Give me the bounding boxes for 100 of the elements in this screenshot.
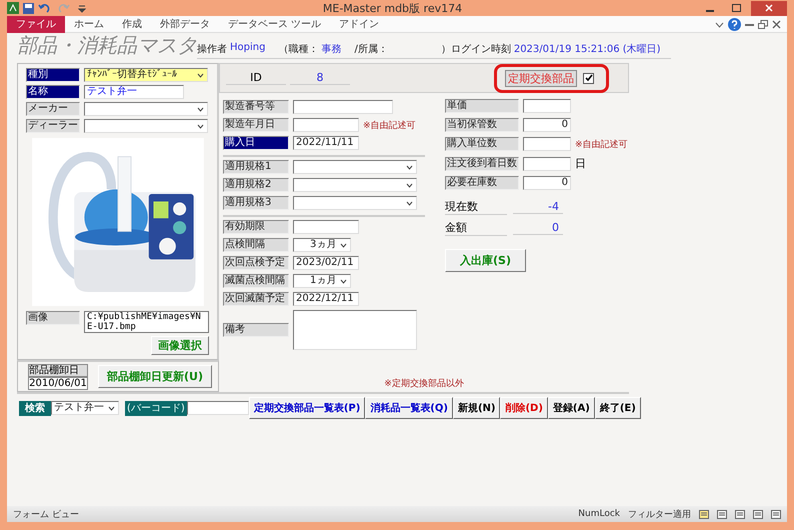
input-field[interactable] bbox=[523, 137, 571, 151]
toolbar-button[interactable]: 削除(D) bbox=[500, 397, 548, 419]
search-dropdown[interactable]: テスト弁一 bbox=[51, 401, 119, 415]
header-label: 操作者 bbox=[197, 42, 227, 56]
header-value: 2023/01/19 15:21:06 (木曜日) bbox=[514, 42, 661, 56]
dropdown-field[interactable] bbox=[293, 196, 417, 210]
close-icon bbox=[765, 4, 773, 12]
toolbar-button[interactable]: 定期交換部品一覧表(P) bbox=[248, 397, 366, 419]
input-field[interactable] bbox=[293, 100, 393, 114]
close-icon[interactable] bbox=[772, 20, 781, 28]
maximize-icon[interactable] bbox=[732, 4, 740, 12]
field-label: 金額 bbox=[445, 220, 507, 236]
field-label: 購入単位数 bbox=[445, 137, 519, 151]
id-label: ID bbox=[226, 71, 286, 85]
update-inventory-date-button[interactable]: 部品棚卸日更新(U) bbox=[98, 365, 212, 388]
field-value: 0 bbox=[513, 221, 563, 235]
field-label: 次回滅菌予定 bbox=[223, 292, 289, 306]
input-field[interactable]: 0 bbox=[523, 118, 571, 132]
field-label: 点検間隔 bbox=[223, 238, 289, 252]
input-field[interactable]: 2022/12/11 bbox=[293, 292, 359, 306]
dropdown-field[interactable] bbox=[293, 160, 417, 174]
toolbar-button[interactable]: 新規(N) bbox=[452, 397, 500, 419]
ribbon-tab[interactable]: 外部データ bbox=[151, 16, 219, 32]
toolbar-button[interactable]: 終了(E) bbox=[594, 397, 641, 419]
ribbon-tab[interactable]: ファイル bbox=[7, 16, 65, 32]
field-label: 名称 bbox=[26, 85, 80, 99]
view-icon[interactable] bbox=[735, 510, 745, 518]
input-field[interactable]: 2023/02/11 bbox=[293, 256, 359, 270]
checkbox[interactable] bbox=[583, 72, 594, 84]
status-text: フィルター適用 bbox=[628, 508, 691, 520]
ribbon-tab[interactable]: データベース ツール bbox=[219, 16, 330, 32]
form-title: 部品・消耗品マスタ bbox=[17, 32, 197, 59]
status-text: NumLock bbox=[578, 509, 620, 519]
field-label: メーカー bbox=[26, 102, 80, 116]
field-label: 単価 bbox=[445, 99, 519, 113]
note-text: ※自由記述可 bbox=[575, 138, 628, 150]
id-value: 8 bbox=[290, 71, 350, 85]
field-label: 部品棚卸日 bbox=[28, 364, 88, 376]
barcode-label: (バーコード) bbox=[125, 400, 187, 416]
barcode-input[interactable] bbox=[186, 401, 249, 415]
dropdown-field[interactable] bbox=[84, 119, 208, 133]
ribbon-tab[interactable]: 作成 bbox=[113, 16, 151, 32]
app-icon[interactable] bbox=[7, 2, 19, 14]
ribbon-tab[interactable]: アドイン bbox=[330, 16, 388, 32]
note-text: ※自由記述可 bbox=[363, 120, 416, 132]
window-title: ME-Master mdb版 rev174 bbox=[322, 0, 464, 16]
field-label: 必要在庫数 bbox=[445, 176, 519, 190]
customize-icon[interactable] bbox=[78, 2, 86, 14]
dropdown-field[interactable] bbox=[293, 178, 417, 192]
date-field[interactable]: 2010/06/01 bbox=[28, 376, 88, 390]
field-label: 適用規格1 bbox=[223, 160, 289, 174]
field-label: 有効期限 bbox=[223, 220, 289, 234]
field-label: 当初保管数 bbox=[445, 118, 519, 132]
field-label: 備考 bbox=[223, 323, 289, 337]
input-field[interactable]: 2022/11/11 bbox=[293, 136, 359, 150]
input-field[interactable] bbox=[523, 99, 571, 113]
field-label: 適用規格2 bbox=[223, 178, 289, 192]
toolbar-button[interactable]: 登録(A) bbox=[548, 397, 595, 419]
view-icon[interactable] bbox=[717, 510, 727, 518]
search-label: 検索 bbox=[19, 400, 51, 416]
header-label: /所属： bbox=[354, 42, 388, 56]
field-label: 滅菌点検間隔 bbox=[223, 274, 289, 288]
dropdown-field[interactable]: ﾁｬﾝﾊﾞｰ切替弁ﾓｼﾞｭｰﾙ bbox=[84, 68, 208, 82]
input-field[interactable] bbox=[523, 156, 571, 170]
input-field[interactable]: 0 bbox=[523, 176, 571, 190]
save-icon[interactable] bbox=[23, 2, 34, 14]
view-icon[interactable] bbox=[699, 510, 709, 518]
image-path-field[interactable]: C:¥publishME¥images¥NE-U17.bmp bbox=[84, 311, 209, 333]
view-icon[interactable] bbox=[771, 510, 781, 518]
stock-in-out-button[interactable]: 入出庫(S) bbox=[445, 249, 526, 272]
restore-icon[interactable] bbox=[758, 20, 768, 28]
header-value: 事務 bbox=[321, 42, 342, 56]
header-label: ）ログイン時刻 bbox=[440, 42, 511, 56]
footnote-text: ※定期交換部品以外 bbox=[384, 378, 464, 390]
dropdown-field[interactable]: 3ヵ月 bbox=[293, 238, 351, 252]
field-label: 現在数 bbox=[445, 199, 507, 215]
dropdown-field[interactable]: 1ヵ月 bbox=[293, 274, 351, 288]
input-field[interactable] bbox=[293, 220, 359, 234]
field-label: 画像 bbox=[26, 311, 80, 325]
field-label: 注文後到着日数 bbox=[445, 156, 519, 170]
field-value: -4 bbox=[513, 200, 563, 214]
memo-field[interactable] bbox=[293, 310, 417, 350]
field-label: 製造年月日 bbox=[223, 118, 289, 132]
header-value: Hoping bbox=[230, 42, 266, 55]
input-field[interactable]: テスト弁一 bbox=[84, 85, 184, 99]
field-label: 次回点検予定 bbox=[223, 256, 289, 270]
field-label: ディーラー bbox=[26, 119, 80, 133]
help-icon[interactable] bbox=[728, 18, 741, 30]
toolbar-button[interactable]: 消耗品一覧表(Q) bbox=[365, 397, 453, 419]
checkbox-label: 定期交換部品 bbox=[505, 70, 577, 86]
dropdown-field[interactable] bbox=[84, 102, 208, 116]
view-icon[interactable] bbox=[753, 510, 763, 518]
close-button[interactable] bbox=[751, 0, 787, 16]
field-label: 適用規格3 bbox=[223, 196, 289, 210]
select-image-button[interactable]: 画像選択 bbox=[151, 336, 209, 355]
view-status: フォーム ビュー bbox=[13, 508, 79, 520]
field-label: 製造番号等 bbox=[223, 100, 289, 114]
field-label: 種別 bbox=[26, 68, 80, 82]
input-field[interactable] bbox=[293, 118, 359, 132]
ribbon-tab[interactable]: ホーム bbox=[65, 16, 113, 32]
